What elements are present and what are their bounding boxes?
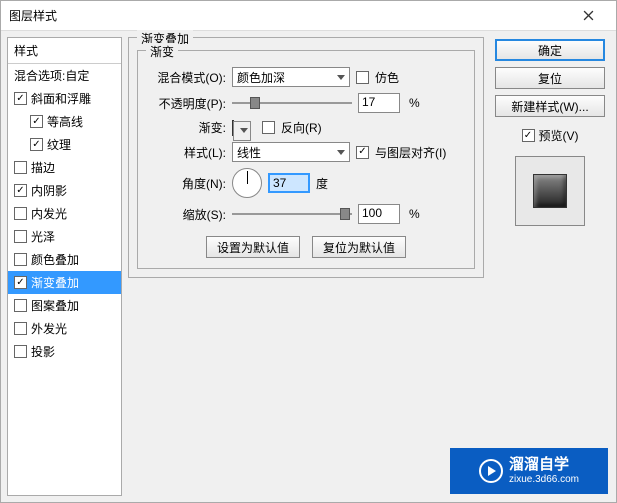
opacity-label: 不透明度(P):	[146, 95, 226, 112]
dither-label: 仿色	[375, 69, 399, 86]
style-item-2[interactable]: 纹理	[8, 133, 121, 156]
style-checkbox[interactable]	[14, 184, 27, 197]
style-label: 斜面和浮雕	[31, 90, 91, 107]
settings-panel: 渐变叠加 渐变 混合模式(O): 颜色加深 仿色 不透明度(P): 17 %	[128, 37, 484, 496]
style-checkbox[interactable]	[14, 207, 27, 220]
style-label: 图案叠加	[31, 297, 79, 314]
window-title: 图层样式	[9, 7, 568, 24]
opacity-slider[interactable]	[232, 95, 352, 111]
preview-label: 预览(V)	[539, 127, 579, 144]
percent-sign-2: %	[409, 207, 420, 221]
angle-dial[interactable]	[232, 168, 262, 198]
style-item-7[interactable]: 颜色叠加	[8, 248, 121, 271]
style-item-4[interactable]: 内阴影	[8, 179, 121, 202]
scale-input[interactable]: 100	[358, 204, 400, 224]
reverse-label: 反向(R)	[281, 119, 322, 136]
style-checkbox[interactable]	[14, 276, 27, 289]
play-icon	[479, 459, 503, 483]
watermark-url: zixue.3d66.com	[509, 474, 579, 485]
style-item-10[interactable]: 外发光	[8, 317, 121, 340]
style-checkbox[interactable]	[14, 322, 27, 335]
style-label: 内阴影	[31, 182, 67, 199]
blend-options-label: 混合选项:自定	[14, 67, 89, 84]
style-checkbox[interactable]	[14, 345, 27, 358]
style-item-8[interactable]: 渐变叠加	[8, 271, 121, 294]
blend-mode-select[interactable]: 颜色加深	[232, 67, 350, 87]
style-checkbox[interactable]	[14, 299, 27, 312]
dither-checkbox[interactable]	[356, 71, 369, 84]
style-label: 样式(L):	[146, 144, 226, 161]
angle-unit: 度	[316, 175, 328, 192]
preview-box	[515, 156, 585, 226]
blend-mode-label: 混合模式(O):	[146, 69, 226, 86]
style-label: 等高线	[47, 113, 83, 130]
style-select[interactable]: 线性	[232, 142, 350, 162]
style-label: 光泽	[31, 228, 55, 245]
style-item-5[interactable]: 内发光	[8, 202, 121, 225]
style-label: 颜色叠加	[31, 251, 79, 268]
layer-style-dialog: 图层样式 样式 混合选项:自定 斜面和浮雕等高线纹理描边内阴影内发光光泽颜色叠加…	[0, 0, 617, 503]
percent-sign: %	[409, 96, 420, 110]
style-checkbox[interactable]	[14, 92, 27, 105]
action-panel: 确定 复位 新建样式(W)... 预览(V)	[490, 37, 610, 496]
style-checkbox[interactable]	[14, 253, 27, 266]
styles-list: 斜面和浮雕等高线纹理描边内阴影内发光光泽颜色叠加渐变叠加图案叠加外发光投影	[8, 87, 121, 363]
ok-button[interactable]: 确定	[495, 39, 605, 61]
gradient-picker[interactable]	[232, 120, 234, 136]
style-label: 描边	[31, 159, 55, 176]
close-icon	[583, 10, 594, 21]
align-checkbox[interactable]	[356, 146, 369, 159]
style-label: 渐变叠加	[31, 274, 79, 291]
styles-panel: 样式 混合选项:自定 斜面和浮雕等高线纹理描边内阴影内发光光泽颜色叠加渐变叠加图…	[7, 37, 122, 496]
titlebar: 图层样式	[1, 1, 616, 31]
style-item-9[interactable]: 图案叠加	[8, 294, 121, 317]
style-label: 外发光	[31, 320, 67, 337]
blend-options-row[interactable]: 混合选项:自定	[8, 64, 121, 87]
preview-swatch	[533, 174, 567, 208]
style-item-6[interactable]: 光泽	[8, 225, 121, 248]
gradient-label: 渐变:	[146, 119, 226, 136]
scale-slider[interactable]	[232, 206, 352, 222]
opacity-input[interactable]: 17	[358, 93, 400, 113]
set-default-button[interactable]: 设置为默认值	[206, 236, 300, 258]
styles-header: 样式	[8, 38, 121, 64]
style-checkbox[interactable]	[14, 230, 27, 243]
style-label: 内发光	[31, 205, 67, 222]
cancel-button[interactable]: 复位	[495, 67, 605, 89]
reset-default-button[interactable]: 复位为默认值	[312, 236, 406, 258]
watermark-name: 溜溜自学	[509, 457, 579, 474]
style-checkbox[interactable]	[30, 138, 43, 151]
inner-title: 渐变	[146, 43, 178, 60]
watermark: 溜溜自学 zixue.3d66.com	[450, 448, 608, 494]
style-item-11[interactable]: 投影	[8, 340, 121, 363]
style-item-0[interactable]: 斜面和浮雕	[8, 87, 121, 110]
chevron-down-icon[interactable]	[240, 128, 248, 133]
angle-input[interactable]: 37	[268, 173, 310, 193]
style-label: 投影	[31, 343, 55, 360]
style-item-1[interactable]: 等高线	[8, 110, 121, 133]
align-label: 与图层对齐(I)	[375, 144, 446, 161]
style-item-3[interactable]: 描边	[8, 156, 121, 179]
preview-checkbox[interactable]	[522, 129, 535, 142]
scale-label: 缩放(S):	[146, 206, 226, 223]
reverse-checkbox[interactable]	[262, 121, 275, 134]
style-checkbox[interactable]	[30, 115, 43, 128]
angle-label: 角度(N):	[146, 175, 226, 192]
new-style-button[interactable]: 新建样式(W)...	[495, 95, 605, 117]
close-button[interactable]	[568, 2, 608, 30]
style-label: 纹理	[47, 136, 71, 153]
style-checkbox[interactable]	[14, 161, 27, 174]
